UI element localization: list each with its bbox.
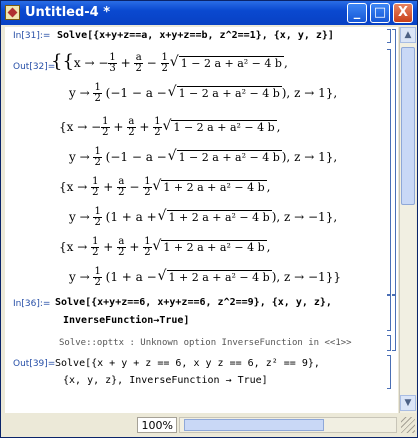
group-bracket[interactable]	[392, 295, 396, 351]
cell-bracket[interactable]	[387, 49, 391, 295]
solution-4-y: y → 12 (1 + a − 1 + 2 a + a² − 4 b), z →…	[69, 267, 341, 288]
paren-expr: 1 + a +	[110, 210, 161, 224]
solution-2-y: y → 12 (−1 − a − 1 − 2 a + a² − 4 b), z …	[69, 147, 337, 168]
input-cell-36-line1[interactable]: Solve[{x+y+z==6, x+y+z==6, z^2==9}, {x, …	[55, 297, 332, 308]
message-cell: Solve::opttx : Unknown option InverseFun…	[59, 338, 352, 348]
solution-1-y: y → 12 (−1 − a − 1 − 2 a + a² − 4 b), z …	[69, 83, 337, 104]
arrow-up-icon[interactable]: ▲	[400, 27, 416, 43]
z-value: z → 1},	[294, 150, 338, 164]
notebook-window: Untitled-4 * _ □ X In[31]:= Solve[{x+y+z…	[0, 0, 418, 438]
sqrt-expr: 1 + 2 a + a² − 4 b	[152, 238, 267, 254]
frac-den: 3	[109, 63, 116, 74]
cell-bracket[interactable]	[387, 29, 391, 43]
status-bar: 100%	[5, 415, 416, 435]
solution-4-x: {x → 12 + a2 + 12 1 + 2 a + a² − 4 b,	[59, 237, 270, 258]
mathematica-notebook-icon	[5, 5, 20, 20]
solution-2-x: {x → −12 + a2 + 12 1 − 2 a + a² − 4 b,	[59, 117, 280, 138]
arrow-down-icon[interactable]: ▼	[400, 395, 416, 411]
paren-expr: 1 + a −	[110, 270, 161, 284]
output-cell-39-line1: Solve[{x + y + z == 6, x y z == 6, z² ==…	[55, 358, 320, 369]
solution-1-x: {{x → −13 + a2 − 12 1 − 2 a + a² − 4 b,	[51, 51, 288, 74]
notebook-content[interactable]: In[31]:= Solve[{x+y+z==a, x+y+z==b, z^2=…	[5, 27, 398, 413]
minimize-button[interactable]: _	[347, 3, 367, 23]
input-label: In[31]:=	[13, 31, 51, 41]
horizontal-scrollbar[interactable]	[179, 417, 397, 433]
input-label: In[36]:=	[13, 299, 51, 309]
scroll-thumb[interactable]	[184, 419, 324, 431]
sqrt-expr: 1 + 2 a + a² − 4 b	[152, 178, 267, 194]
cell-bracket[interactable]	[387, 335, 391, 351]
maximize-button[interactable]: □	[370, 3, 390, 23]
output-label: Out[39]=	[13, 359, 56, 369]
z-value: z → −1},	[284, 210, 338, 224]
paren-expr: −1 − a −	[110, 86, 171, 100]
sqrt-expr: 1 − 2 a + a² − 4 b	[162, 118, 277, 134]
output-cell-39-line2: {x, y, z}, InverseFunction → True]	[63, 375, 268, 386]
paren-expr: −1 − a −	[110, 150, 171, 164]
zoom-level[interactable]: 100%	[137, 417, 177, 433]
sqrt-expr: 1 − 2 a + a² − 4 b	[168, 148, 282, 164]
sqrt-expr: 1 + 2 a + a² − 4 b	[157, 208, 272, 224]
group-bracket[interactable]	[392, 29, 396, 295]
close-button[interactable]: X	[393, 3, 413, 23]
sqrt-expr: 1 + 2 a + a² − 4 b	[157, 268, 272, 284]
vertical-scrollbar[interactable]: ▲ ▼	[399, 27, 416, 413]
input-cell-36-line2[interactable]: InverseFunction→True]	[63, 315, 189, 326]
cell-bracket[interactable]	[387, 355, 391, 389]
scroll-thumb[interactable]	[401, 47, 415, 205]
output-label: Out[32]=	[13, 62, 56, 72]
z-value: z → 1},	[294, 86, 338, 100]
input-cell-31[interactable]: Solve[{x+y+z==a, x+y+z==b, z^2==1}, {x, …	[57, 30, 334, 41]
resize-grip[interactable]	[401, 417, 415, 433]
sqrt-expr: 1 − 2 a + a² − 4 b	[170, 54, 284, 70]
cell-bracket[interactable]	[387, 295, 391, 331]
sqrt-expr: 1 − 2 a + a² − 4 b	[168, 84, 282, 100]
window-title: Untitled-4 *	[25, 5, 111, 20]
solution-3-y: y → 12 (1 + a + 1 + 2 a + a² − 4 b), z →…	[69, 207, 337, 228]
z-value: z → −1}}	[284, 270, 341, 284]
title-bar[interactable]: Untitled-4 * _ □ X	[1, 1, 417, 25]
solution-3-x: {x → 12 + a2 − 12 1 + 2 a + a² − 4 b,	[59, 177, 270, 198]
